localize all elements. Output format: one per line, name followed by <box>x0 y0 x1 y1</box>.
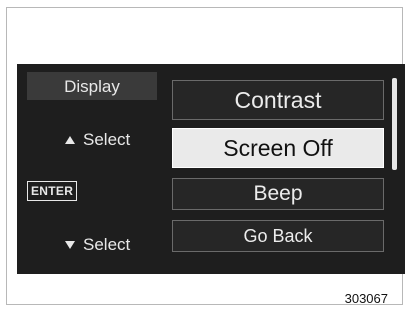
select-up-softkey[interactable]: Select <box>65 131 130 148</box>
figure-frame: Display Select ENTER Select Contrast Scr… <box>6 7 405 306</box>
select-down-softkey[interactable]: Select <box>65 236 130 253</box>
menu-item-label: Go Back <box>243 225 313 246</box>
menu-item-go-back[interactable]: Go Back <box>172 220 384 252</box>
enter-key-icon[interactable]: ENTER <box>27 181 78 201</box>
triangle-up-icon <box>65 135 75 144</box>
triangle-down-icon <box>65 240 75 249</box>
select-up-label: Select <box>83 130 131 149</box>
figure-number: 303067 <box>344 291 388 306</box>
menu-item-beep[interactable]: Beep <box>172 178 384 210</box>
enter-key-label: ENTER <box>31 184 74 198</box>
display-softkey-label: Display <box>64 76 120 96</box>
select-down-label: Select <box>83 235 131 254</box>
menu-item-contrast[interactable]: Contrast <box>172 80 384 120</box>
display-screen: Display Select ENTER Select Contrast Scr… <box>17 64 405 274</box>
display-softkey[interactable]: Display <box>27 72 157 100</box>
menu-item-label: Beep <box>253 182 303 205</box>
menu-item-label: Screen Off <box>223 134 333 161</box>
menu-scrollbar[interactable] <box>392 78 397 170</box>
menu-item-screen-off[interactable]: Screen Off <box>172 128 384 168</box>
menu-item-label: Contrast <box>234 86 322 113</box>
